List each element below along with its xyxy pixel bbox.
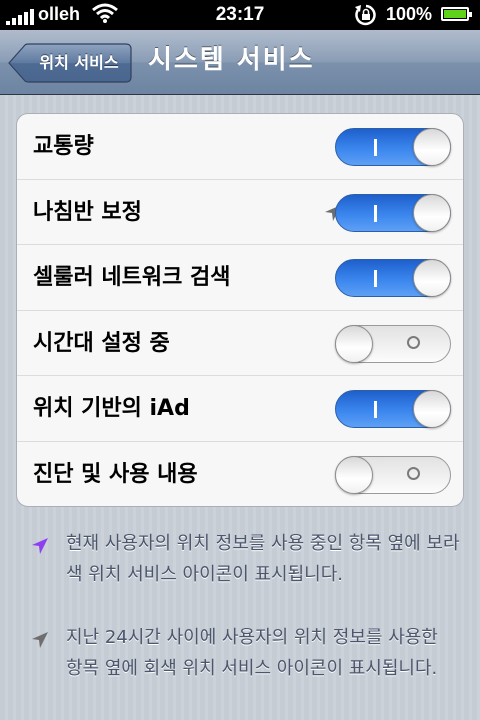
setting-label: 위치 기반의 iAd	[33, 396, 190, 421]
diagnostics-usage-toggle[interactable]	[335, 455, 451, 494]
setting-row-location-based-iad: 위치 기반의 iAd	[17, 376, 463, 442]
setting-label: 셀룰러 네트워크 검색	[33, 265, 231, 290]
back-button-label: 위치 서비스	[39, 53, 119, 72]
setting-row-compass-calibration: 나침반 보정	[17, 180, 463, 245]
setting-row-traffic: 교통량	[17, 114, 463, 180]
purple-icon-note: 현재 사용자의 위치 정보를 사용 중인 항목 옆에 보라색 위치 서비스 아이…	[30, 528, 460, 590]
note-text: 현재 사용자의 위치 정보를 사용 중인 항목 옆에 보라색 위치 서비스 아이…	[66, 533, 460, 585]
compass-calibration-toggle[interactable]	[335, 193, 451, 232]
status-bar: olleh 23:17 100%	[0, 0, 480, 30]
rotation-lock-icon	[354, 4, 378, 32]
purple-location-arrow-icon	[30, 535, 50, 566]
page-title: 시스템 서비스	[148, 45, 315, 75]
setting-label: 교통량	[33, 134, 94, 159]
setting-label: 진단 및 사용 내용	[33, 461, 198, 487]
gray-location-arrow-icon	[30, 629, 50, 660]
note-text: 지난 24시간 사이에 사용자의 위치 정보를 사용한 항목 옆에 회색 위치 …	[66, 627, 438, 679]
system-services-list: 교통량 나침반 보정 셀룰러 네트워크 검색 시간대 설정 중 위치 기반의 i…	[16, 113, 464, 507]
battery-percent: 100%	[386, 4, 433, 24]
navigation-bar: 위치 서비스 시스템 서비스	[0, 30, 480, 95]
setting-row-cellular-network-search: 셀룰러 네트워크 검색	[17, 245, 463, 311]
setting-label: 나침반 보정	[33, 199, 142, 225]
setting-row-diagnostics-usage: 진단 및 사용 내용	[17, 442, 463, 507]
gray-icon-note: 지난 24시간 사이에 사용자의 위치 정보를 사용한 항목 옆에 회색 위치 …	[30, 622, 460, 684]
setting-row-time-zone: 시간대 설정 중	[17, 311, 463, 376]
cellular-network-search-toggle[interactable]	[335, 259, 451, 297]
back-button[interactable]: 위치 서비스	[8, 43, 132, 83]
setting-label: 시간대 설정 중	[33, 330, 170, 356]
traffic-toggle[interactable]	[335, 128, 451, 166]
location-based-iad-toggle[interactable]	[335, 390, 451, 428]
time-zone-toggle[interactable]	[335, 324, 451, 363]
battery-icon	[441, 7, 472, 21]
